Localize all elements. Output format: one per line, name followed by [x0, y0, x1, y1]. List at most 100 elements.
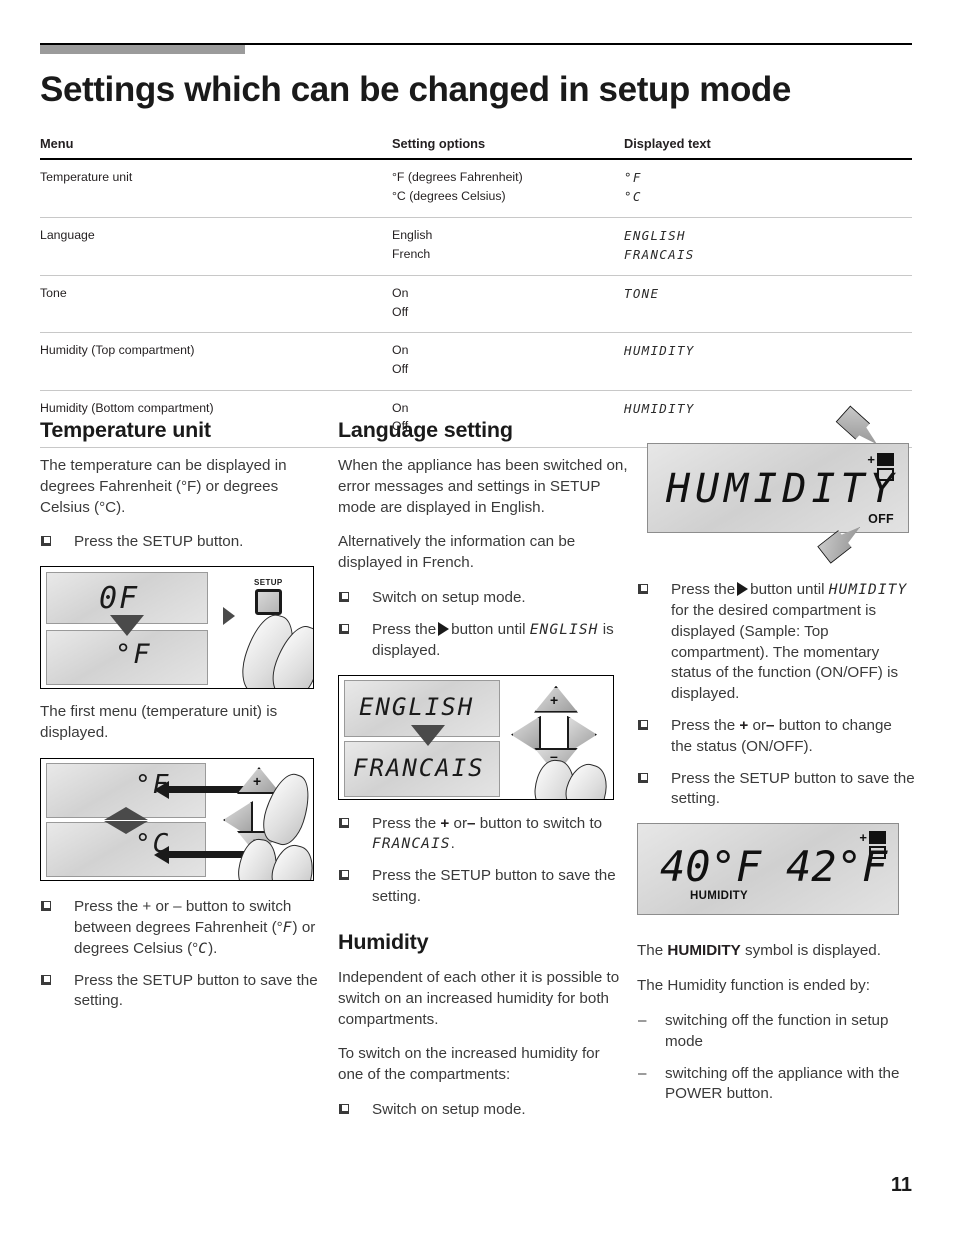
table-header-row: Menu Setting options Displayed text [40, 136, 912, 160]
step-text: Press the [372, 814, 437, 832]
lcd-text: FRANCAIS [624, 247, 695, 262]
step-text: ). [208, 939, 218, 957]
list-item: Switch on setup mode. [338, 1100, 628, 1121]
step-text: Press the + or – button to switch betwee… [74, 897, 292, 936]
page-number: 11 [890, 1174, 912, 1196]
column-language-humidity: Language setting When the appliance has … [338, 418, 628, 1134]
lcd-reading-francais: FRANCAIS [353, 753, 485, 782]
diamond-up-icon [104, 806, 148, 820]
lcd-humidity-label: HUMIDITY [690, 890, 748, 903]
figure-plus-minus-keys: °F °C + – [40, 757, 314, 881]
humidity-display-step-list: Press the button until HUMIDITY for the d… [637, 580, 917, 810]
table-row: Language English French ENGLISH FRANCAIS [40, 217, 912, 276]
manual-page: Settings which can be changed in setup m… [0, 0, 954, 1235]
lcd-reading-bottom: °F [115, 639, 152, 671]
plus-symbol: + [253, 772, 262, 789]
plus-symbol: + [739, 717, 749, 734]
column-header-menu: Menu [40, 136, 392, 160]
checkbox-bullet-icon [638, 584, 648, 594]
step-text: or [453, 814, 468, 832]
table-row: Humidity (Top compartment) On Off HUMIDI… [40, 332, 912, 391]
checkbox-bullet-icon [41, 974, 51, 985]
dash-bullet-icon: – [638, 1011, 647, 1029]
lcd-reading-english: ENGLISH [359, 692, 475, 721]
compartment-bottom-indicator-icon [869, 846, 886, 860]
option-line: English [392, 228, 433, 242]
humidity-symbol-note: The HUMIDITY symbol is displayed. [637, 941, 917, 962]
checkbox-bullet-icon [339, 592, 349, 603]
figure-temperature-display: 40°F 42°F HUMIDITY + [637, 823, 909, 923]
lcd-text: TONE [624, 286, 660, 301]
list-item: Press the + or – button to switch betwee… [40, 897, 328, 960]
list-item: Press the + or– button to switch to FRAN… [338, 814, 628, 856]
humidity-keyword: HUMIDITY [667, 942, 741, 960]
lcd-text: °F [624, 170, 642, 185]
step-text: Press the SETUP button to save the setti… [372, 867, 616, 906]
temperature-step-list-1: Press the SETUP button. [40, 532, 328, 553]
humidity-step-list: Switch on setup mode. [338, 1100, 628, 1121]
lcd-humidity-text: HUMIDITY [828, 582, 908, 598]
step-text: button to switch to [479, 814, 603, 832]
section-heading-temperature-unit: Temperature unit [40, 418, 211, 442]
column-header-displayed-text: Displayed text [624, 136, 912, 160]
plus-indicator-icon: + [859, 830, 867, 846]
plus-symbol: + [440, 814, 450, 832]
step-text: for the desired compartment is displayed… [671, 601, 899, 703]
cell-options: °F (degrees Fahrenheit) °C (degrees Cels… [392, 159, 624, 218]
cell-menu: Temperature unit [40, 159, 392, 218]
language-paragraph-1: When the appliance has been switched on,… [338, 457, 628, 516]
list-item: Press the SETUP button to save the setti… [40, 971, 328, 1013]
step-text: Press the [671, 717, 736, 734]
diamond-down-icon [104, 820, 148, 834]
lcd-c-glyph: C [198, 940, 209, 957]
humidity-paragraph-1: Independent of each other it is possible… [338, 969, 620, 1028]
step-text: button until [451, 620, 526, 638]
lcd-panel-lower: FRANCAIS [344, 740, 500, 797]
setup-button[interactable] [255, 589, 282, 616]
step-text: Press the SETUP button. [74, 533, 244, 551]
pointer-head-minus [154, 845, 169, 864]
option-line: Off [392, 362, 409, 377]
lcd-reading-temp-left: 40°F [660, 842, 762, 892]
transition-arrow-icon [110, 615, 144, 637]
cell-menu: Language [40, 217, 392, 276]
list-item: Press the SETUP button to save the setti… [338, 866, 628, 908]
note-text: symbol is displayed. [745, 942, 881, 960]
step-text: Press the SETUP button to save the setti… [74, 971, 318, 1010]
checkbox-bullet-icon [339, 817, 349, 828]
step-text: Switch on setup mode. [372, 589, 526, 607]
list-item: Press the button until HUMIDITY for the d… [637, 580, 917, 705]
setup-key-label: SETUP [254, 578, 283, 588]
column-humidity-display: HUMIDITY + OFF Press the button until HUM… [637, 418, 917, 1116]
cell-options: On Off [392, 332, 624, 391]
list-item: Switch on setup mode. [338, 588, 628, 609]
list-text: switching off the appliance with the POW… [665, 1064, 900, 1103]
list-item: Press the SETUP button to save the setti… [637, 769, 917, 811]
step-text: Press the [372, 620, 437, 638]
list-item: Press the SETUP button. [40, 532, 328, 553]
dash-bullet-icon: – [638, 1064, 647, 1082]
step-text: or [752, 717, 767, 734]
cell-menu: Humidity (Top compartment) [40, 332, 392, 391]
checkbox-bullet-icon [41, 900, 51, 911]
compartment-top-indicator-icon [877, 453, 894, 466]
step-text: button until [750, 581, 825, 598]
page-title: Settings which can be changed in setup m… [40, 70, 791, 109]
figure-setup-button-press: 0F °F SETUP [40, 566, 314, 690]
cell-menu: Tone [40, 275, 392, 334]
figure-language-selection: ENGLISH FRANCAIS + – [338, 674, 614, 800]
lcd-f-glyph: F [282, 919, 293, 936]
transition-arrow-icon [411, 724, 445, 746]
right-arrow-icon [737, 582, 749, 596]
finger-icon [267, 840, 313, 880]
lcd-english-text: ENGLISH [529, 621, 599, 638]
lcd-francais-text: FRANCAIS [372, 836, 451, 853]
option-line: French [392, 246, 431, 261]
section-heading-language-setting: Language setting [338, 418, 513, 442]
checkbox-bullet-icon [339, 870, 349, 881]
status-badge-off: OFF [868, 512, 894, 526]
temperature-intro-text: The temperature can be displayed in degr… [40, 457, 287, 516]
option-line: °F (degrees Fahrenheit) [392, 170, 523, 184]
cell-displayed: TONE [624, 275, 912, 334]
lcd-text: HUMIDITY [624, 343, 695, 359]
